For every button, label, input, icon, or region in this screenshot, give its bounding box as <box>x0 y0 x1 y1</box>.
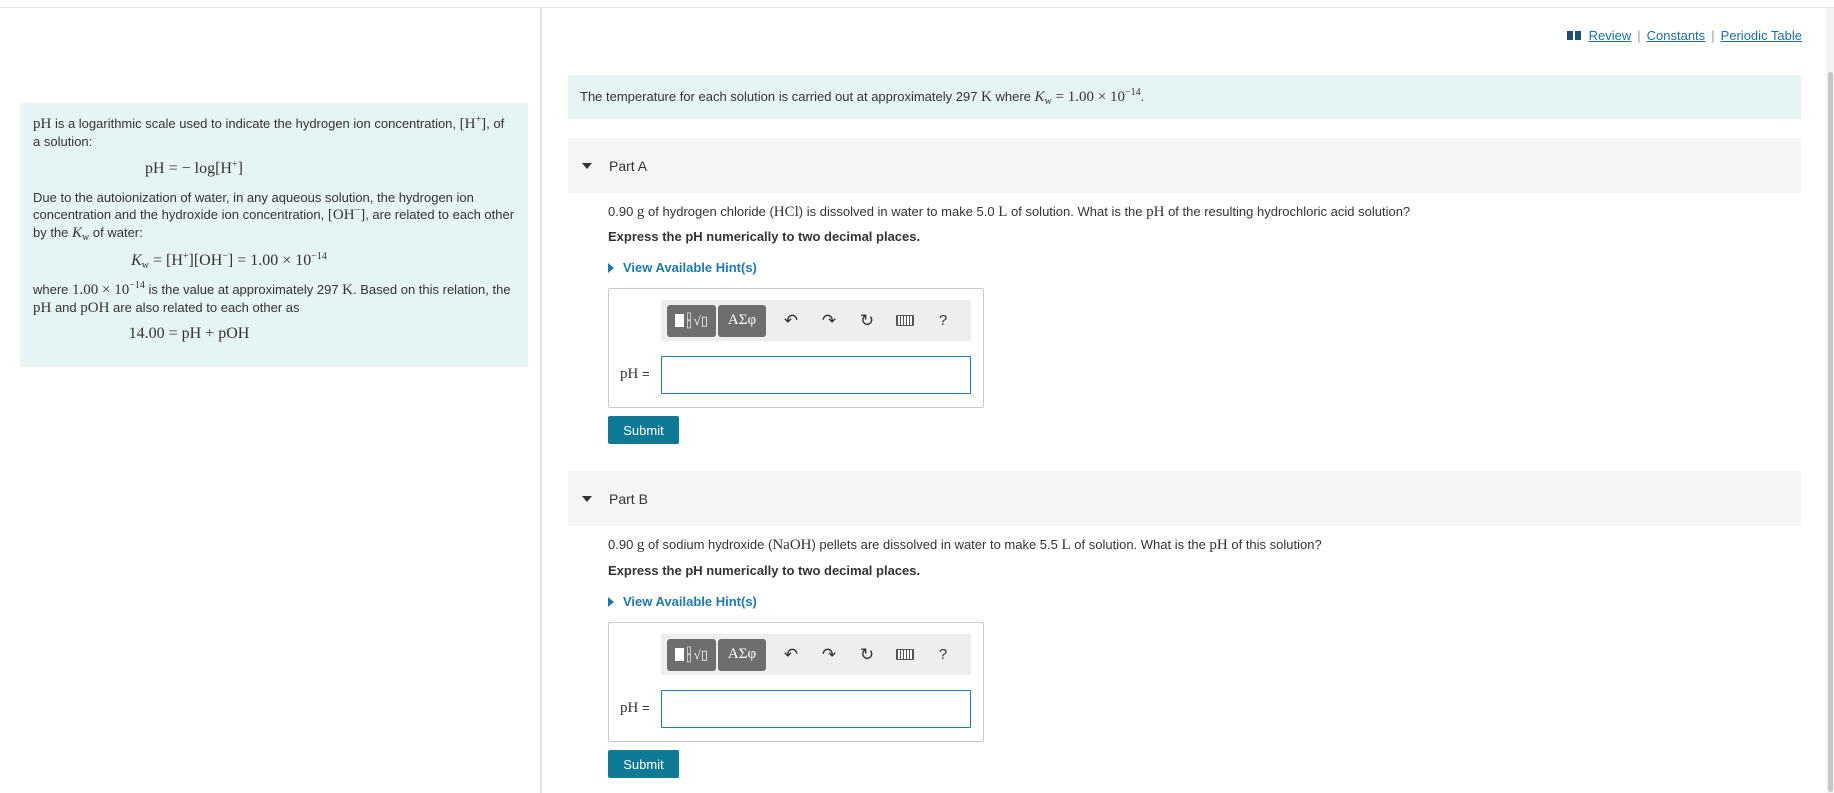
part-b-header[interactable]: Part B <box>568 471 1801 526</box>
part-a-title: Part A <box>609 157 648 174</box>
top-links: Review | Constants | Periodic Table <box>1566 28 1802 43</box>
symbols-button[interactable]: ΑΣφ <box>718 638 766 671</box>
math-toolbar: ▯ ▯ √▯ ΑΣφ ↶ ↷ ↻ ? <box>661 634 971 675</box>
reset-icon[interactable]: ↻ <box>848 305 886 337</box>
help-button[interactable]: ? <box>924 639 962 671</box>
part-a-submit-button[interactable]: Submit <box>608 416 679 444</box>
help-button[interactable]: ? <box>924 305 962 337</box>
part-b-answer-box: ▯ ▯ √▯ ΑΣφ ↶ ↷ ↻ ? pH = <box>608 622 984 742</box>
link-separator: | <box>1711 28 1715 43</box>
part-b-ph-input[interactable] <box>661 690 971 728</box>
part-b-hint-link[interactable]: View Available Hint(s) <box>608 594 757 609</box>
context-banner: The temperature for each solution is car… <box>568 75 1801 119</box>
caret-right-icon <box>608 262 614 273</box>
undo-icon[interactable]: ↶ <box>772 305 810 337</box>
templates-button[interactable]: ▯ ▯ √▯ <box>667 638 716 671</box>
intro-paragraph-1: pH is a logarithmic scale used to indica… <box>33 114 505 150</box>
intro-paragraph-2: Due to the autoionization of water, in a… <box>33 190 515 243</box>
pane-divider[interactable] <box>540 8 542 793</box>
reset-icon[interactable]: ↻ <box>848 639 886 671</box>
redo-icon[interactable]: ↷ <box>810 639 848 671</box>
keyboard-icon[interactable] <box>886 639 924 671</box>
part-a-instruction: Express the pH numerically to two decima… <box>608 229 921 244</box>
part-a-hint-link[interactable]: View Available Hint(s) <box>608 260 757 275</box>
constants-link[interactable]: Constants <box>1647 28 1706 43</box>
templates-button[interactable]: ▯ ▯ √▯ <box>667 304 716 337</box>
caret-down-icon <box>582 162 592 169</box>
templates-icon: ▯ ▯ √▯ <box>675 645 708 663</box>
hint-link-label: View Available Hint(s) <box>623 594 757 609</box>
intro-paragraph-3: where 1.00 × 10−14 is the value at appro… <box>33 280 511 317</box>
part-a-ph-input[interactable] <box>661 356 971 394</box>
periodic-table-link[interactable]: Periodic Table <box>1721 28 1802 43</box>
intro-panel: pH is a logarithmic scale used to indica… <box>20 103 528 367</box>
redo-icon[interactable]: ↷ <box>810 305 848 337</box>
book-icon <box>1566 31 1581 40</box>
math-toolbar: ▯ ▯ √▯ ΑΣφ ↶ ↷ ↻ ? <box>661 300 971 341</box>
part-b-submit-button[interactable]: Submit <box>608 750 679 778</box>
ph-equation: pH = − log[H+] <box>145 159 243 178</box>
part-a-answer-box: ▯ ▯ √▯ ΑΣφ ↶ ↷ ↻ ? pH = <box>608 288 984 408</box>
review-link[interactable]: Review <box>1589 28 1632 43</box>
part-b-question: 0.90 g of sodium hydroxide (NaOH) pellet… <box>608 537 1322 553</box>
poh-equation: 14.00 = pH + pOH <box>128 325 250 342</box>
templates-icon: ▯ ▯ √▯ <box>675 311 708 329</box>
keyboard-icon[interactable] <box>886 305 924 337</box>
symbols-button[interactable]: ΑΣφ <box>718 304 766 337</box>
kw-equation: Kw = [H+][OH−] = 1.00 × 10−14 <box>131 251 327 271</box>
part-a-header[interactable]: Part A <box>568 138 1801 193</box>
caret-down-icon <box>582 495 592 502</box>
undo-icon[interactable]: ↶ <box>772 639 810 671</box>
hint-link-label: View Available Hint(s) <box>623 260 757 275</box>
scrollbar-thumb[interactable] <box>1828 72 1833 792</box>
top-rule <box>0 7 1834 8</box>
part-b-instruction: Express the pH numerically to two decima… <box>608 563 921 578</box>
part-b-title: Part B <box>609 490 648 507</box>
link-separator: | <box>1637 28 1641 43</box>
part-a-question: 0.90 g of hydrogen chloride (HCl) is dis… <box>608 204 1411 220</box>
caret-right-icon <box>608 596 614 607</box>
answer-label: pH = <box>620 700 650 716</box>
answer-label: pH = <box>620 366 650 382</box>
